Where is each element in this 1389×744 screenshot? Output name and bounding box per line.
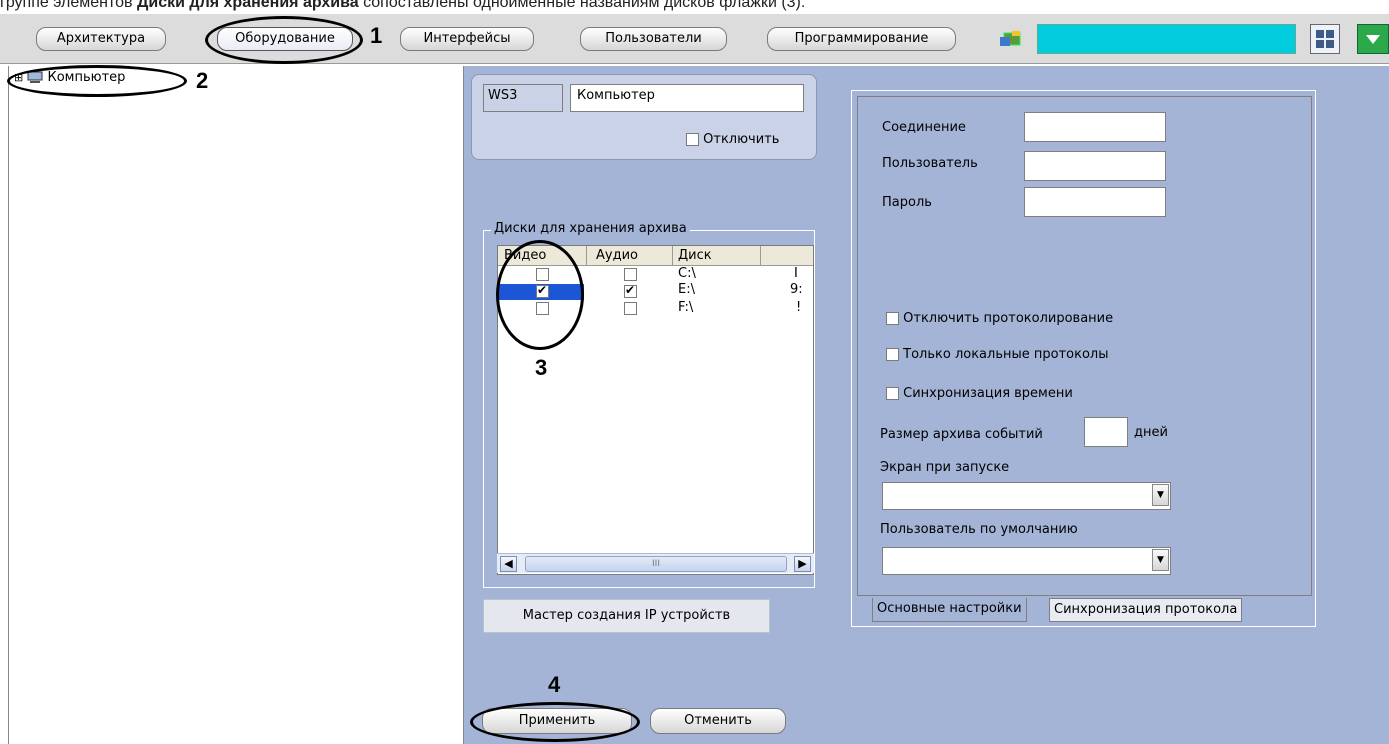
tab-protocol-sync[interactable]: Синхронизация протокола (1049, 598, 1243, 622)
dropdown-button[interactable] (1357, 24, 1389, 54)
annotation-ring-computer (7, 65, 187, 97)
user-card-icon[interactable] (998, 29, 1024, 49)
grid-icon (1316, 30, 1334, 48)
disk-cell: F:\ (678, 300, 694, 315)
disk-cell: C:\ (678, 266, 696, 281)
scroll-right-icon[interactable]: ▶ (794, 556, 811, 572)
cancel-button[interactable]: Отменить (650, 708, 786, 734)
ip-wizard-button[interactable]: Мастер создания IP устройств (483, 599, 770, 633)
time-sync-label: Синхронизация времени (903, 386, 1073, 401)
tab-interfaces[interactable]: Интерфейсы (400, 27, 534, 51)
annotation-ring-equipment-tab (205, 16, 363, 64)
scroll-left-icon[interactable]: ◀ (500, 556, 517, 572)
name-field[interactable]: Компьютер (570, 84, 804, 112)
chevron-down-icon[interactable]: ▼ (1152, 484, 1169, 506)
archive-size-field[interactable] (1084, 417, 1128, 447)
disable-logging-row[interactable]: Отключить протоколирование (886, 311, 1113, 326)
disable-checkbox-row[interactable]: Отключить (686, 132, 779, 147)
tab-users[interactable]: Пользователи (580, 27, 727, 51)
horizontal-scrollbar[interactable]: ◀ III ▶ (497, 553, 814, 573)
annotation-number-3: 3 (535, 355, 548, 380)
caption-bold: Диски для хранения архива (137, 0, 359, 11)
connection-label: Соединение (882, 120, 966, 135)
audio-checkbox-e[interactable] (624, 283, 637, 298)
tab-architecture[interactable]: Архитектура (36, 27, 166, 51)
search-input[interactable] (1037, 24, 1296, 54)
chevron-down-icon (1366, 35, 1380, 44)
disks-group-legend: Диски для хранения архива (491, 221, 690, 236)
archive-size-label: Размер архива событий (880, 427, 1043, 442)
time-sync-checkbox[interactable] (886, 387, 899, 400)
annotation-number-2: 2 (196, 68, 209, 93)
audio-checkbox-f[interactable] (624, 302, 637, 315)
archive-size-unit: дней (1134, 425, 1168, 440)
password-label: Пароль (882, 195, 932, 210)
hardware-tree (8, 66, 464, 744)
layout-grid-button[interactable] (1310, 24, 1340, 54)
caption-post: сопоставлены одноимённые названиям диско… (358, 0, 806, 11)
caption-pre: группе элементов (0, 0, 137, 11)
disk-cell: E:\ (678, 282, 695, 297)
password-field[interactable] (1024, 187, 1166, 217)
extra-cell: 9: (790, 282, 803, 297)
user-field[interactable] (1024, 151, 1166, 181)
startup-screen-select[interactable]: ▼ (882, 482, 1171, 510)
col-audio[interactable]: Аудио (596, 248, 638, 263)
annotation-ring-video-column (496, 240, 584, 350)
startup-screen-label: Экран при запуске (880, 460, 1010, 475)
caption-text: группе элементов Диски для хранения архи… (0, 0, 806, 11)
user-label: Пользователь (882, 156, 978, 171)
default-user-label: Пользователь по умолчанию (880, 522, 1078, 537)
local-logs-row[interactable]: Только локальные протоколы (886, 347, 1109, 362)
connection-field[interactable] (1024, 112, 1166, 142)
disable-logging-label: Отключить протоколирование (903, 311, 1114, 326)
extra-cell: ! (796, 300, 802, 315)
chevron-down-icon[interactable]: ▼ (1152, 549, 1169, 571)
id-field[interactable]: WS3 (483, 84, 563, 112)
default-user-select[interactable]: ▼ (882, 547, 1171, 575)
disable-logging-checkbox[interactable] (886, 312, 899, 325)
audio-checkbox-c[interactable] (624, 268, 637, 281)
time-sync-row[interactable]: Синхронизация времени (886, 386, 1073, 401)
annotation-ring-apply (470, 702, 640, 742)
local-logs-checkbox[interactable] (886, 348, 899, 361)
disable-label: Отключить (703, 132, 780, 147)
annotation-number-4: 4 (548, 672, 561, 697)
annotation-number-1: 1 (370, 23, 383, 48)
col-disk[interactable]: Диск (678, 248, 712, 263)
local-logs-label: Только локальные протоколы (903, 347, 1109, 362)
tab-programming[interactable]: Программирование (767, 27, 956, 51)
tab-main-settings[interactable]: Основные настройки (872, 598, 1027, 622)
scroll-thumb[interactable]: III (525, 556, 787, 572)
disable-checkbox[interactable] (686, 133, 699, 146)
extra-cell: I (794, 266, 798, 281)
